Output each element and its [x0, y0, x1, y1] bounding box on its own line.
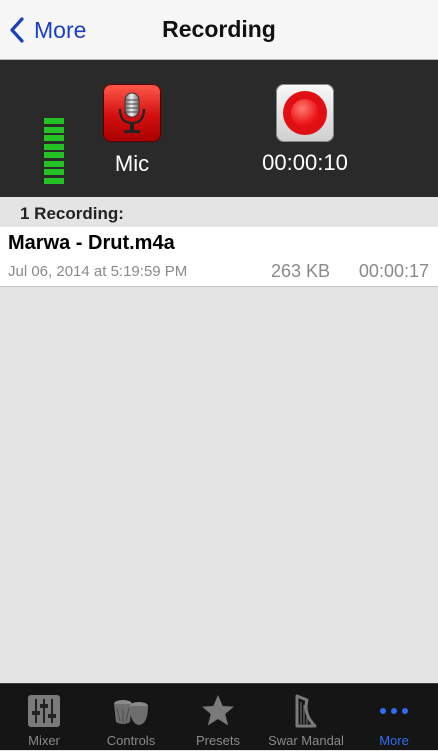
more-dots-icon: [380, 708, 408, 714]
level-meter-bar: [44, 177, 64, 184]
level-meter-bar: [44, 160, 64, 167]
level-meter-bar: [44, 135, 64, 141]
recordings-section-header: 1 Recording:: [0, 197, 438, 227]
tab-more[interactable]: More: [352, 684, 436, 751]
navigation-bar: More Recording: [0, 0, 438, 60]
mixer-sliders-icon: [28, 695, 60, 727]
tab-mixer[interactable]: Mixer: [2, 684, 86, 751]
tab-more-label: More: [379, 733, 409, 748]
level-meter-bar: [44, 152, 64, 158]
level-meter-bar: [44, 169, 64, 175]
recording-size: 263 KB: [270, 261, 330, 281]
recording-list-item[interactable]: Marwa - Drut.m4a Jul 06, 2014 at 5:19:59…: [0, 227, 438, 287]
tab-bar: Mixer Controls Presets Swar Mandal More: [0, 683, 438, 750]
recording-timer: 00:00:10: [262, 150, 348, 175]
harp-icon: [295, 694, 317, 728]
input-source-label: Mic: [114, 151, 150, 176]
recordings-count-label: 1 Recording:: [20, 204, 124, 223]
level-meter-bar: [44, 118, 64, 124]
tab-swar-mandal[interactable]: Swar Mandal: [264, 684, 348, 751]
page-title: Recording: [162, 16, 276, 42]
recording-control-panel: Mic 00:00:10: [0, 60, 438, 197]
level-meter-bar: [44, 126, 64, 133]
recording-name: Marwa - Drut.m4a: [8, 232, 175, 254]
recording-duration: 00:00:17: [358, 261, 429, 281]
record-icon-center: [291, 99, 319, 127]
tabla-drums-icon: [114, 700, 148, 725]
mic-input-button[interactable]: [103, 84, 161, 142]
tab-presets[interactable]: Presets: [176, 684, 260, 751]
recording-date: Jul 06, 2014 at 5:19:59 PM: [8, 263, 188, 280]
level-meter: [44, 118, 64, 186]
star-icon: [202, 695, 234, 726]
tab-controls[interactable]: Controls: [89, 684, 173, 751]
level-meter-bar: [44, 143, 64, 150]
microphone-icon: [118, 92, 146, 133]
record-button[interactable]: [276, 84, 334, 142]
